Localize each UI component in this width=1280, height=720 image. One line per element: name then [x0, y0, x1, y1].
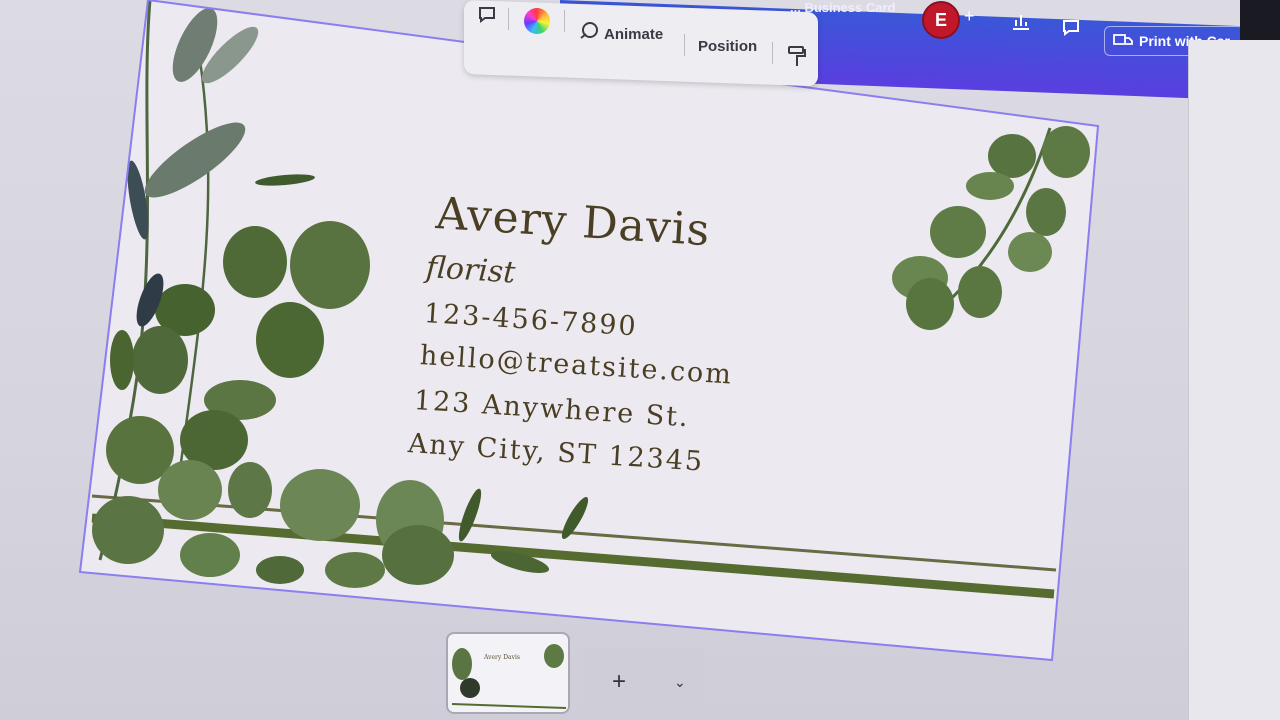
add-page-label: +: [612, 668, 627, 695]
animate-icon[interactable]: [578, 20, 600, 47]
add-page-button[interactable]: + ⌄: [582, 648, 704, 720]
floating-toolbar: [464, 0, 818, 87]
thumbnail-preview: [451, 644, 567, 709]
toolbar-divider: [564, 10, 565, 32]
comment-icon[interactable]: [476, 4, 498, 31]
avatar[interactable]: E: [922, 1, 960, 39]
plus-icon[interactable]: +: [964, 6, 975, 27]
window-corner: [1240, 0, 1280, 40]
animate-button[interactable]: Animate: [604, 26, 663, 43]
position-button[interactable]: Position: [698, 38, 757, 55]
chevron-down-icon[interactable]: ⌄: [674, 674, 686, 691]
toolbar-divider: [772, 42, 773, 64]
page-thumbnail[interactable]: Avery Davis: [446, 632, 570, 714]
thumbnail-name: Avery Davis: [484, 654, 520, 661]
right-panel: [1188, 40, 1280, 720]
toolbar-divider: [684, 34, 685, 56]
truck-icon: [1113, 34, 1133, 45]
comment-icon[interactable]: [1060, 16, 1082, 43]
card-role[interactable]: florist: [425, 250, 516, 291]
color-wheel-icon[interactable]: [524, 8, 550, 34]
paint-roller-icon[interactable]: [786, 44, 808, 73]
insights-icon[interactable]: [1010, 10, 1032, 37]
toolbar-divider: [508, 8, 509, 30]
